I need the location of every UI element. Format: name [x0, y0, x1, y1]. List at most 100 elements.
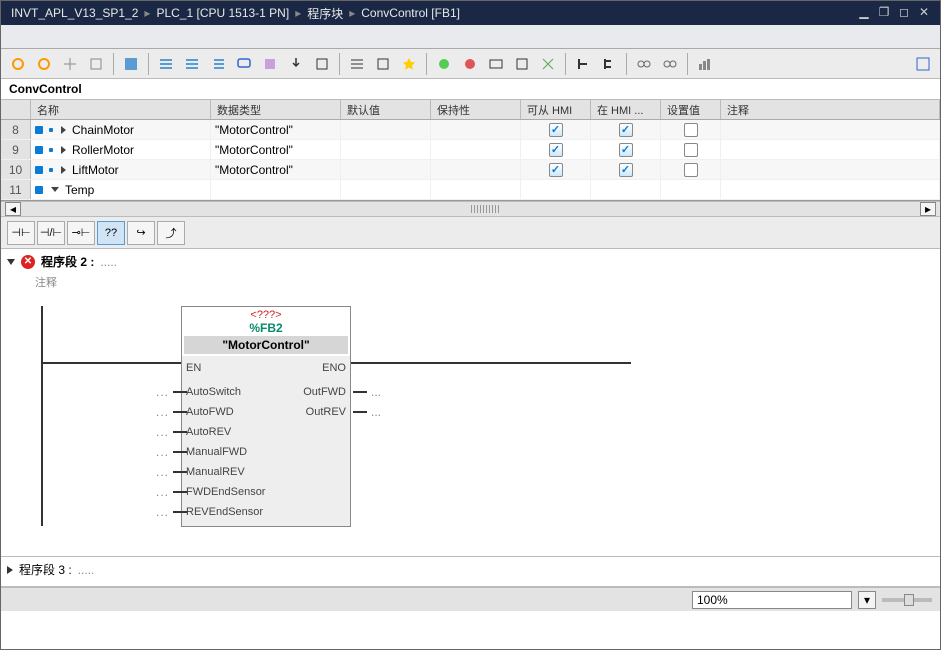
cell-hmi-read[interactable] — [521, 120, 591, 139]
checkbox[interactable] — [549, 143, 563, 157]
tool-structure[interactable] — [572, 53, 594, 75]
instruction-button[interactable]: ⊣/⊢ — [37, 221, 65, 245]
expand-icon[interactable] — [61, 166, 66, 174]
input-connection[interactable]: ... — [156, 402, 187, 422]
input-connection[interactable]: ... — [156, 442, 187, 462]
input-port[interactable]: REVEndSensor — [186, 506, 263, 518]
expand-icon[interactable] — [61, 146, 66, 154]
tool-monitor[interactable] — [485, 53, 507, 75]
network-diagram[interactable]: <???> %FB2 "MotorControl" EN ENO AutoSwi… — [41, 306, 940, 536]
tool-upload[interactable] — [311, 53, 333, 75]
cell-type[interactable]: "MotorControl" — [211, 120, 341, 139]
zoom-select[interactable]: 100% — [692, 591, 852, 609]
tool-network[interactable] — [346, 53, 368, 75]
tool-block[interactable] — [259, 53, 281, 75]
table-row[interactable]: 9 RollerMotor "MotorControl" — [1, 140, 940, 160]
tool-go-offline[interactable] — [459, 53, 481, 75]
input-connection[interactable]: ... — [156, 422, 187, 442]
input-port[interactable]: ManualFWD — [186, 446, 247, 458]
unknown-instance[interactable]: <???> — [184, 309, 348, 321]
input-port[interactable]: ManualREV — [186, 466, 245, 478]
cell-name[interactable]: ChainMotor — [31, 120, 211, 139]
col-header-comment[interactable]: 注释 — [721, 100, 940, 119]
input-connection[interactable]: ... — [156, 502, 187, 522]
input-connection[interactable]: ... — [156, 482, 187, 502]
maximize-button[interactable]: ◻ — [894, 5, 914, 21]
cell-retain[interactable] — [431, 180, 521, 199]
cell-retain[interactable] — [431, 140, 521, 159]
checkbox[interactable] — [619, 143, 633, 157]
col-header-name[interactable]: 名称 — [31, 100, 211, 119]
checkbox[interactable] — [619, 163, 633, 177]
collapse-icon[interactable] — [7, 259, 15, 265]
cell-name[interactable]: Temp — [31, 180, 211, 199]
code-editor[interactable]: ✕ 程序段 2 : ..... 注释 <???> %FB2 "MotorCont… — [1, 249, 940, 587]
table-row[interactable]: 11 Temp — [1, 180, 940, 200]
crumb-folder[interactable]: 程序块 — [303, 5, 347, 22]
checkbox[interactable] — [619, 123, 633, 137]
cell-name[interactable]: RollerMotor — [31, 140, 211, 159]
cell-type[interactable]: "MotorControl" — [211, 140, 341, 159]
restore-button[interactable]: ❐ — [874, 5, 894, 21]
table-row[interactable]: 8 ChainMotor "MotorControl" — [1, 120, 940, 140]
output-port[interactable]: OutFWD — [303, 386, 346, 398]
input-port[interactable]: AutoFWD — [186, 406, 234, 418]
cell-default[interactable] — [341, 180, 431, 199]
cell-hmi-write[interactable] — [591, 140, 661, 159]
tool-generic[interactable] — [7, 53, 29, 75]
cell-hmi-read[interactable] — [521, 180, 591, 199]
cell-retain[interactable] — [431, 120, 521, 139]
tool-glasses[interactable] — [633, 53, 655, 75]
cell-comment[interactable] — [721, 160, 940, 179]
table-row[interactable]: 10 LiftMotor "MotorControl" — [1, 160, 940, 180]
tool-generic[interactable] — [85, 53, 107, 75]
cell-setpoint[interactable] — [661, 120, 721, 139]
tool-generic[interactable] — [59, 53, 81, 75]
col-header-hmi-read[interactable]: 可从 HMI ... — [521, 100, 591, 119]
col-header-default[interactable]: 默认值 — [341, 100, 431, 119]
cell-default[interactable] — [341, 120, 431, 139]
tool-chart[interactable] — [694, 53, 716, 75]
col-header-setpoint[interactable]: 设置值 — [661, 100, 721, 119]
cell-comment[interactable] — [721, 120, 940, 139]
zoom-dropdown-button[interactable]: ▾ — [858, 591, 876, 609]
zoom-slider[interactable] — [882, 598, 932, 602]
crumb-project[interactable]: INVT_APL_V13_SP1_2 — [7, 6, 142, 20]
cell-hmi-write[interactable] — [591, 160, 661, 179]
expand-icon[interactable] — [7, 566, 13, 574]
tool-list[interactable] — [155, 53, 177, 75]
minimize-button[interactable]: ▁ — [854, 5, 874, 21]
horizontal-splitter[interactable]: ◂ ▸ — [1, 201, 940, 217]
cell-comment[interactable] — [721, 180, 940, 199]
tool-go-online[interactable] — [433, 53, 455, 75]
tool-properties[interactable] — [912, 53, 934, 75]
segment2-header[interactable]: ✕ 程序段 2 : ..... — [1, 249, 940, 274]
col-header-type[interactable]: 数据类型 — [211, 100, 341, 119]
tool-generic[interactable] — [537, 53, 559, 75]
port-eno[interactable]: ENO — [322, 362, 346, 374]
crumb-block[interactable]: ConvControl [FB1] — [357, 6, 464, 20]
collapse-icon[interactable] — [51, 187, 59, 192]
cell-type[interactable] — [211, 180, 341, 199]
instruction-button[interactable]: ⊸⊢ — [67, 221, 95, 245]
scroll-right-button[interactable]: ▸ — [920, 202, 936, 216]
output-port[interactable]: OutREV — [306, 406, 346, 418]
checkbox[interactable] — [549, 123, 563, 137]
tool-list2[interactable] — [181, 53, 203, 75]
tool-star[interactable] — [398, 53, 420, 75]
tool-save[interactable] — [120, 53, 142, 75]
checkbox[interactable] — [684, 123, 698, 137]
scroll-left-button[interactable]: ◂ — [5, 202, 21, 216]
input-port[interactable]: FWDEndSensor — [186, 486, 265, 498]
instruction-button[interactable]: ⤴ — [157, 221, 185, 245]
tool-glasses2[interactable] — [659, 53, 681, 75]
cell-default[interactable] — [341, 160, 431, 179]
tool-structure2[interactable] — [598, 53, 620, 75]
checkbox[interactable] — [684, 163, 698, 177]
instruction-button[interactable]: ?? — [97, 221, 125, 245]
segment2-comment[interactable]: 注释 — [1, 274, 940, 296]
output-connection[interactable]: ... — [353, 382, 381, 402]
cell-setpoint[interactable] — [661, 160, 721, 179]
cell-hmi-read[interactable] — [521, 140, 591, 159]
tool-download[interactable] — [285, 53, 307, 75]
